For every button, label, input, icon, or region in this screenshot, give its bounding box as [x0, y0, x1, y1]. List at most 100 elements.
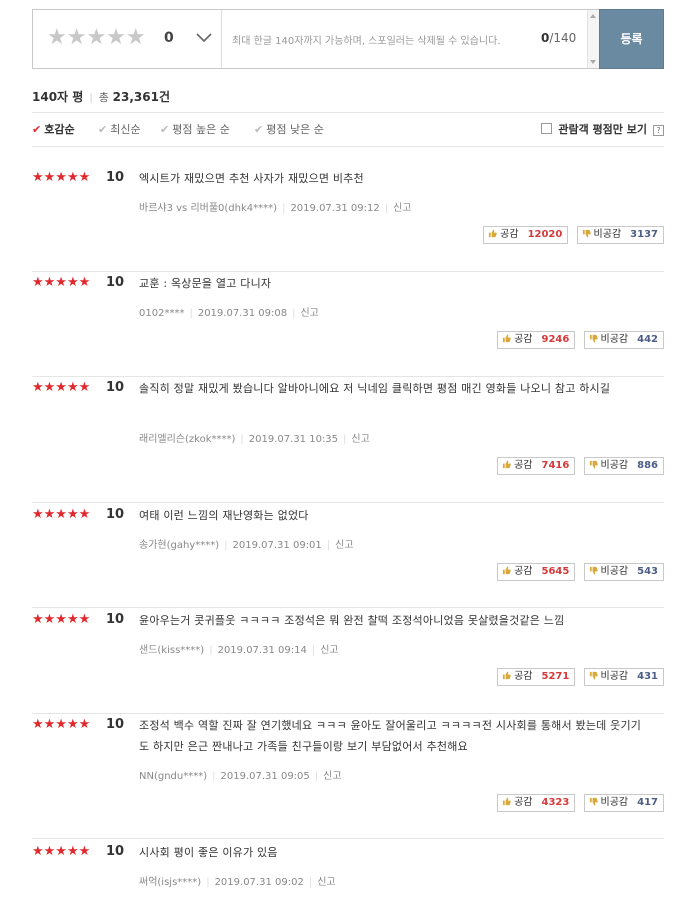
- sort-latest[interactable]: ✔ 최신순: [98, 121, 141, 137]
- divider: |: [189, 308, 193, 319]
- total-count: 23,361건: [112, 90, 170, 104]
- scroll-down-icon[interactable]: [590, 60, 596, 64]
- divider: [32, 112, 664, 113]
- sort-latest-label: 최신순: [110, 123, 141, 136]
- divider: |: [240, 434, 244, 445]
- thumbs-down-icon: [589, 671, 598, 680]
- divider: [32, 146, 664, 147]
- star-icons: ★★★★★: [32, 612, 91, 627]
- review-text: 솔직히 정말 재밌게 봤습니다 알바아니에요 저 닉네임 클릭하면 평점 매긴 …: [139, 382, 611, 395]
- viewer-only-checkbox[interactable]: [541, 123, 553, 134]
- like-count: 5271: [536, 668, 576, 686]
- divider: |: [384, 203, 389, 214]
- check-icon: ✔: [160, 123, 170, 136]
- review-score: 10: [106, 380, 125, 395]
- dislike-label: 비공감: [600, 797, 629, 808]
- sort-high[interactable]: ✔ 평점 높은 순: [160, 121, 230, 137]
- dislike-button[interactable]: 비공감: [576, 226, 627, 244]
- dislike-button[interactable]: 비공감: [583, 794, 634, 812]
- review-date: 2019.07.31 10:35: [248, 434, 339, 445]
- dislike-button[interactable]: 비공감: [583, 563, 634, 581]
- like-button[interactable]: 공감: [497, 563, 538, 581]
- selected-score: 0: [164, 30, 174, 46]
- divider: |: [326, 540, 331, 551]
- author-link[interactable]: 샌드(kiss****): [139, 645, 204, 656]
- like-button[interactable]: 공감: [497, 794, 538, 812]
- thumbs-down-icon: [589, 460, 598, 469]
- like-label: 공감: [514, 797, 533, 808]
- section-title: 140자 평: [32, 90, 84, 104]
- review-text: 시사회 평이 좋은 이유가 있음: [139, 846, 278, 859]
- divider: |: [292, 308, 296, 319]
- sort-like[interactable]: ✔ 호감순: [32, 121, 75, 137]
- dislike-label: 비공감: [600, 460, 629, 471]
- review-date: 2019.07.31 09:01: [232, 540, 322, 551]
- star-icons: ★★★★★: [32, 844, 91, 859]
- dislike-button[interactable]: 비공감: [583, 457, 634, 475]
- dislike-label: 비공감: [600, 671, 629, 682]
- empty-star-icons[interactable]: ★★★★★: [47, 26, 146, 50]
- author-link[interactable]: NN(gndu****): [139, 771, 207, 782]
- vote-buttons: 공감 4323 비공감 417: [497, 794, 664, 812]
- help-icon[interactable]: ?: [653, 125, 664, 136]
- like-button[interactable]: 공감: [483, 226, 524, 244]
- report-link[interactable]: 신고: [323, 771, 341, 782]
- review-item: ★★★★★ 10 엑시트가 재밌으면 추천 사자가 재밌으면 비추천 바르샤3 …: [32, 171, 664, 272]
- report-link[interactable]: 신고: [393, 203, 411, 214]
- report-link[interactable]: 신고: [300, 308, 318, 319]
- dislike-count: 543: [632, 563, 664, 581]
- review-date: 2019.07.31 09:14: [217, 645, 307, 656]
- dislike-count: 886: [632, 457, 664, 475]
- sort-low[interactable]: ✔ 평점 낮은 순: [254, 121, 324, 137]
- author-link[interactable]: 송가현(gahy****): [139, 540, 219, 551]
- thumbs-up-icon: [502, 671, 511, 680]
- review-date: 2019.07.31 09:08: [197, 308, 288, 319]
- scroll-up-icon[interactable]: [590, 14, 596, 18]
- dislike-button[interactable]: 비공감: [583, 331, 634, 349]
- review-item: ★★★★★ 10 조정석 백수 역할 진짜 잘 연기했네요 ㅋㅋㅋ 윤아도 잘어…: [32, 718, 664, 839]
- divider: |: [314, 771, 319, 782]
- thumbs-down-icon: [589, 797, 598, 806]
- star-icons: ★★★★★: [32, 170, 91, 185]
- author-link[interactable]: 써억(isjs****): [139, 877, 201, 888]
- review-item: ★★★★★ 10 윤아우는거 콧귀플웃 ㅋㅋㅋㅋ 조정석은 뭐 완전 찰떡 조정…: [32, 613, 664, 714]
- review-meta: 써억(isjs****) | 2019.07.31 09:02 | 신고: [139, 873, 336, 888]
- review-score: 10: [106, 844, 125, 859]
- textarea-scrollbar[interactable]: [587, 10, 599, 68]
- review-summary: 140자 평 | 총 23,361건: [32, 88, 170, 105]
- divider: |: [224, 540, 228, 551]
- like-button[interactable]: 공감: [497, 668, 538, 686]
- report-link[interactable]: 신고: [335, 540, 353, 551]
- review-score: 10: [106, 275, 125, 290]
- review-textarea[interactable]: 최대 한글 140자까지 가능하며, 스포일러는 삭제될 수 있습니다.: [232, 32, 501, 47]
- report-link[interactable]: 신고: [351, 434, 369, 445]
- author-link[interactable]: 바르샤3 vs 리버풀0(dhk4****): [139, 203, 277, 214]
- like-button[interactable]: 공감: [497, 457, 538, 475]
- divider: |: [343, 434, 347, 445]
- check-icon: ✔: [32, 123, 42, 136]
- review-item: ★★★★★ 10 교훈 : 옥상문을 열고 다니자 0102**** | 2019.…: [32, 276, 664, 377]
- report-link[interactable]: 신고: [317, 877, 335, 888]
- review-date: 2019.07.31 09:12: [290, 203, 380, 214]
- like-button[interactable]: 공감: [497, 331, 538, 349]
- like-label: 공감: [514, 671, 533, 682]
- review-text: 조정석 백수 역할 진짜 잘 연기했네요 ㅋㅋㅋ 윤아도 잘어울리고 ㅋㅋㅋㅋ전…: [139, 719, 642, 753]
- review-score: 10: [106, 170, 125, 185]
- review-meta: 래리엘리슨(zkok****) | 2019.07.31 10:35 | 신고: [139, 430, 370, 445]
- vote-buttons: 공감 12020 비공감 3137: [483, 226, 664, 244]
- author-link[interactable]: 0102****: [139, 308, 184, 319]
- viewer-only-toggle[interactable]: 관람객 평점만 보기?: [541, 121, 664, 137]
- thumbs-up-icon: [489, 229, 497, 238]
- review-meta: NN(gndu****) | 2019.07.31 09:05 | 신고: [139, 767, 342, 782]
- chevron-down-icon[interactable]: [196, 29, 212, 45]
- vote-buttons: 공감 9246 비공감 442: [497, 331, 664, 349]
- report-link[interactable]: 신고: [320, 645, 338, 656]
- submit-button[interactable]: 등록: [599, 9, 664, 69]
- divider: |: [206, 877, 210, 888]
- author-link[interactable]: 래리엘리슨(zkok****): [139, 434, 235, 445]
- review-meta: 송가현(gahy****) | 2019.07.31 09:01 | 신고: [139, 536, 354, 551]
- dislike-button[interactable]: 비공감: [583, 668, 634, 686]
- dislike-label: 비공감: [600, 334, 629, 345]
- dislike-count: 3137: [625, 226, 664, 244]
- star-rating-select[interactable]: ★★★★★ 0: [33, 10, 222, 68]
